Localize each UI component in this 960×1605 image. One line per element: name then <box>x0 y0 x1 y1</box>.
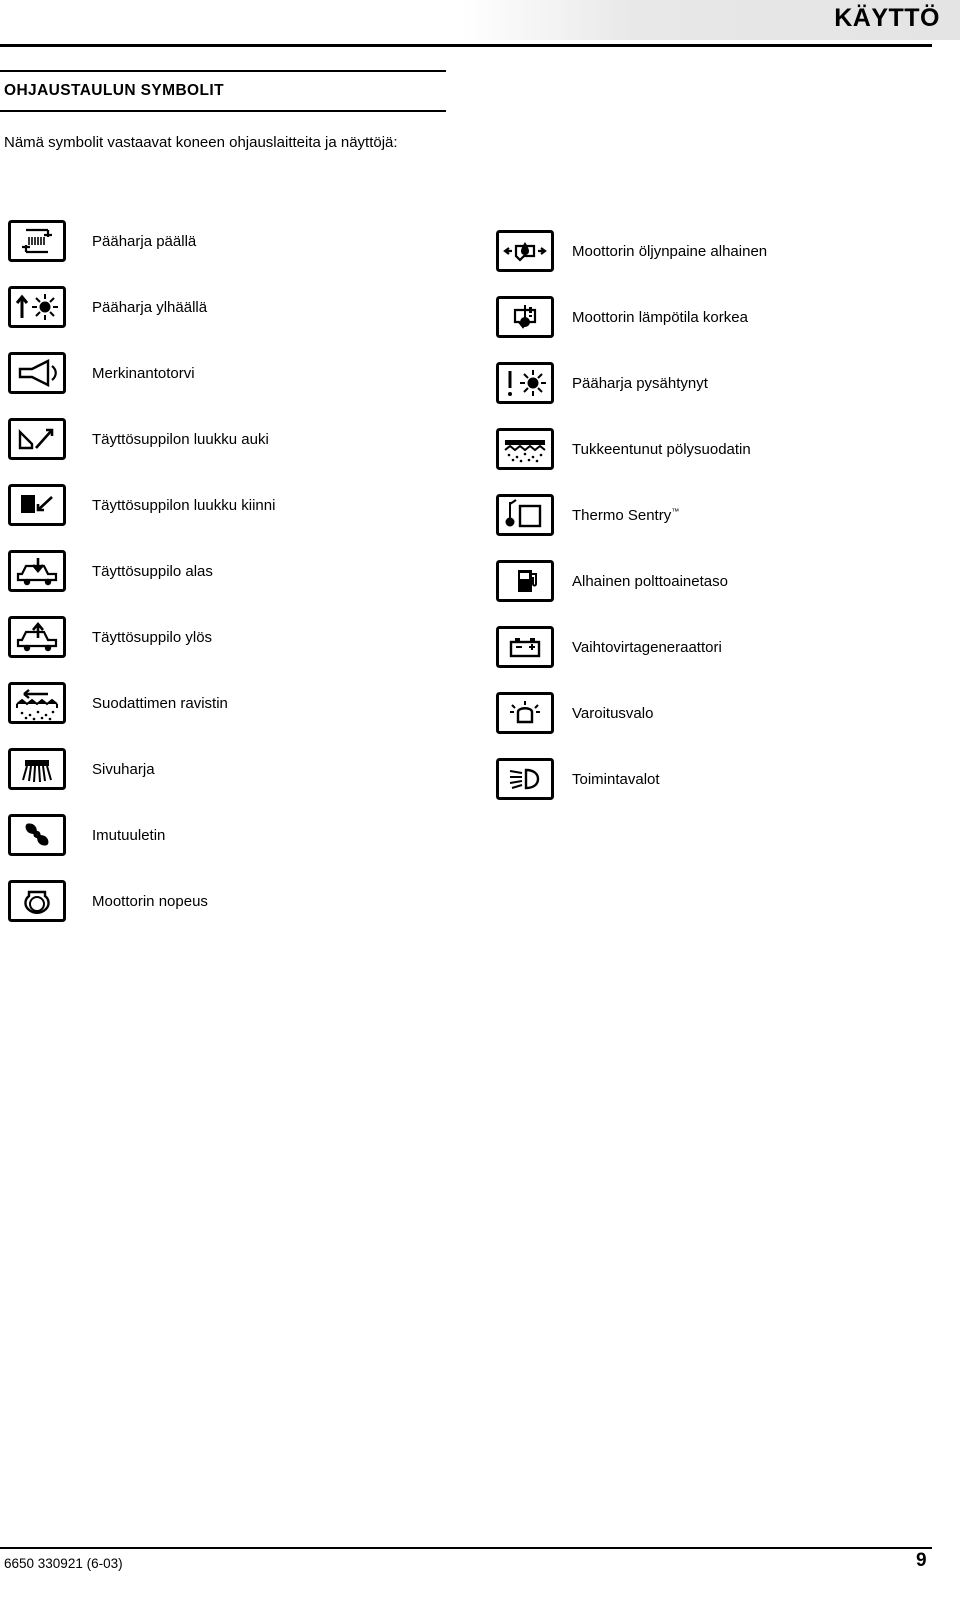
hopper-up-icon <box>8 616 66 658</box>
engine-temperature-high-icon <box>496 296 554 338</box>
symbol-row: Täyttösuppilo alas <box>8 538 275 604</box>
symbol-row: Moottorin nopeus <box>8 868 275 934</box>
symbol-row: Sivuharja <box>8 736 275 802</box>
symbol-label: Täyttösuppilon luukku kiinni <box>92 496 276 514</box>
symbol-label: Suodattimen ravistin <box>92 694 228 712</box>
symbol-row: Pääharja ylhäällä <box>8 274 275 340</box>
symbol-label: Thermo Sentry™ <box>572 507 679 524</box>
work-lights-icon <box>496 758 554 800</box>
symbol-row: Moottorin öljynpaine alhainen <box>496 218 767 284</box>
footer-page-number: 9 <box>916 1550 927 1571</box>
warning-light-icon <box>496 692 554 734</box>
trademark-mark: ™ <box>671 506 680 516</box>
symbol-row: Toimintavalot <box>496 746 767 812</box>
symbol-label: Toimintavalot <box>572 770 660 788</box>
hopper-door-open-icon <box>8 418 66 460</box>
thermo-sentry-icon <box>496 494 554 536</box>
main-broom-up-icon <box>8 286 66 328</box>
side-brush-icon <box>8 748 66 790</box>
symbol-row: Alhainen polttoainetaso <box>496 548 767 614</box>
symbol-row: Merkinantotorvi <box>8 340 275 406</box>
symbol-row: Moottorin lämpötila korkea <box>496 284 767 350</box>
symbol-label: Moottorin lämpötila korkea <box>572 308 748 326</box>
manual-page: KÄYTTÖ OHJAUSTAULUN SYMBOLIT Nämä symbol… <box>0 0 960 1605</box>
symbol-list-left: Pääharja päällä Pääharja ylhäällä Merkin… <box>8 208 275 934</box>
footer-document-code: 6650 330921 (6-03) <box>4 1556 123 1571</box>
symbol-label: Täyttösuppilo ylös <box>92 628 213 646</box>
symbol-row: Täyttösuppilon luukku auki <box>8 406 275 472</box>
symbol-label: Pääharja ylhäällä <box>92 298 208 316</box>
symbol-row: Imutuuletin <box>8 802 275 868</box>
symbol-label: Imutuuletin <box>92 826 166 844</box>
alternator-icon <box>496 626 554 668</box>
symbol-label: Täyttösuppilon luukku auki <box>92 430 269 448</box>
symbol-label: Pääharja päällä <box>92 232 197 250</box>
symbol-row: Pääharja päällä <box>8 208 275 274</box>
main-broom-on-icon <box>8 220 66 262</box>
vacuum-fan-icon <box>8 814 66 856</box>
section-title: OHJAUSTAULUN SYMBOLIT <box>4 82 224 99</box>
symbol-label: Pääharja pysähtynyt <box>572 374 708 392</box>
symbol-row: Tukkeentunut pölysuodatin <box>496 416 767 482</box>
symbol-label: Varoitusvalo <box>572 704 654 722</box>
filter-shaker-icon <box>8 682 66 724</box>
symbol-label: Moottorin nopeus <box>92 892 208 910</box>
page-title: KÄYTTÖ <box>834 4 940 32</box>
page-header: KÄYTTÖ <box>0 0 960 46</box>
symbol-row: Thermo Sentry™ <box>496 482 767 548</box>
symbol-label: Tukkeentunut pölysuodatin <box>572 440 751 458</box>
hopper-down-icon <box>8 550 66 592</box>
thermo-sentry-label: Thermo Sentry <box>572 506 672 524</box>
section-top-rule <box>0 70 446 72</box>
main-broom-stopped-icon <box>496 362 554 404</box>
symbol-label: Vaihtovirtageneraattori <box>572 638 722 656</box>
symbol-row: Pääharja pysähtynyt <box>496 350 767 416</box>
clogged-dust-filter-icon <box>496 428 554 470</box>
section-intro-text: Nämä symbolit vastaavat koneen ohjauslai… <box>4 134 398 151</box>
hopper-door-closed-icon <box>8 484 66 526</box>
engine-speed-icon <box>8 880 66 922</box>
symbol-row: Vaihtovirtageneraattori <box>496 614 767 680</box>
symbol-row: Täyttösuppilo ylös <box>8 604 275 670</box>
engine-oil-pressure-low-icon <box>496 230 554 272</box>
symbol-label: Alhainen polttoainetaso <box>572 572 728 590</box>
low-fuel-level-icon <box>496 560 554 602</box>
symbol-list-right: Moottorin öljynpaine alhainen Moottorin … <box>496 218 767 812</box>
horn-icon <box>8 352 66 394</box>
section-bottom-rule <box>0 110 446 112</box>
header-divider <box>0 44 932 47</box>
symbol-label: Sivuharja <box>92 760 155 778</box>
symbol-label: Merkinantotorvi <box>92 364 195 382</box>
symbol-label: Täyttösuppilo alas <box>92 562 213 580</box>
symbol-label: Moottorin öljynpaine alhainen <box>572 242 768 260</box>
symbol-row: Varoitusvalo <box>496 680 767 746</box>
symbol-row: Suodattimen ravistin <box>8 670 275 736</box>
symbol-row: Täyttösuppilon luukku kiinni <box>8 472 275 538</box>
footer-divider <box>0 1547 932 1549</box>
